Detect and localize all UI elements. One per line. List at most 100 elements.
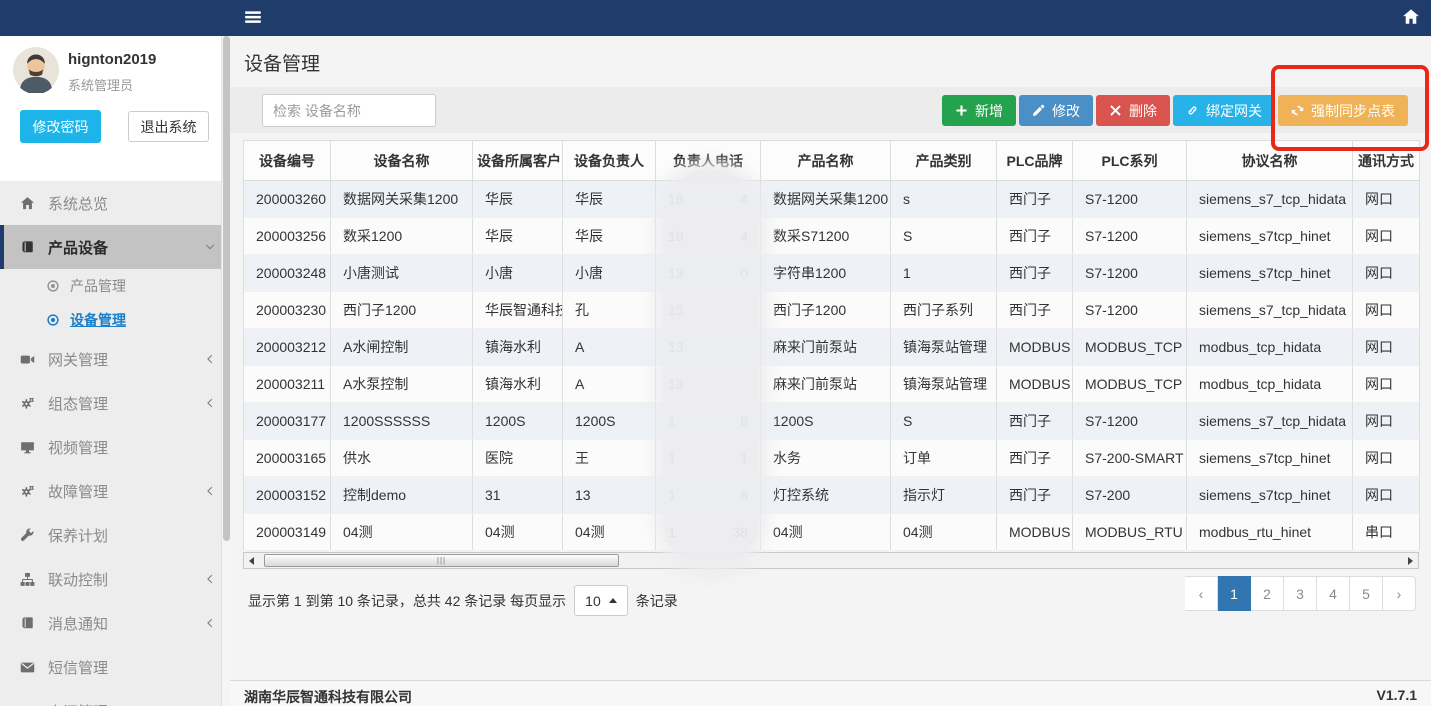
phone-suffix: 1: [740, 450, 748, 466]
cell-phone: 13 0: [656, 255, 761, 292]
toolbar-button[interactable]: 强制同步点表: [1278, 95, 1408, 126]
table-row[interactable]: 200003152 控制demo 31 13 1 8 灯控系统: [244, 477, 1420, 514]
phone-suffix: 0: [740, 265, 748, 281]
toolbar: 新增 修改 删除 绑定网关: [230, 87, 1431, 133]
sidebar-item[interactable]: 产品设备: [0, 225, 230, 269]
user-name: hignton2019: [68, 51, 156, 68]
column-header: PLC系列: [1073, 141, 1187, 181]
column-header: 产品名称: [761, 141, 891, 181]
cell-plc-series: S7-1200: [1073, 403, 1187, 440]
link-icon: [1186, 104, 1199, 117]
column-header: 通讯方式: [1353, 141, 1420, 181]
phone-suffix: 38: [732, 524, 748, 540]
refresh-icon: [1291, 104, 1304, 117]
page-button[interactable]: 1: [1218, 576, 1251, 611]
change-password-button[interactable]: 修改密码: [20, 110, 101, 143]
cell-manager: 王: [563, 440, 656, 477]
scrollbar-thumb[interactable]: |||: [264, 554, 619, 567]
toolbar-button[interactable]: 修改: [1019, 95, 1093, 126]
cell-phone: 15: [656, 292, 761, 329]
page-size-select[interactable]: 10: [574, 585, 628, 616]
sidebar-item[interactable]: 联动控制: [0, 557, 230, 601]
cell-protocol: siemens_s7tcp_hinet: [1187, 255, 1353, 292]
sidebar-scrollbar-thumb[interactable]: [223, 36, 230, 541]
phone-prefix: 1: [668, 450, 676, 466]
cell-customer: 华辰智通科技: [473, 292, 563, 329]
home-icon[interactable]: [1402, 8, 1422, 28]
cell-manager: 华辰: [563, 218, 656, 255]
table-row[interactable]: 200003211 A水泵控制 镇海水利 A 13 麻来门前泵站: [244, 366, 1420, 403]
cell-device-id: 200003149: [244, 514, 331, 551]
table-row[interactable]: 200003230 西门子1200 华辰智通科技 孔 15 西门子1200: [244, 292, 1420, 329]
cell-category: S: [891, 218, 997, 255]
cell-protocol: siemens_s7tcp_hinet: [1187, 477, 1353, 514]
sidebar-item[interactable]: 产品管理: [0, 269, 230, 303]
chevron-left-icon: [204, 353, 216, 365]
chevron-left-icon: [204, 617, 216, 629]
top-navbar: [0, 0, 1431, 36]
cell-category: 订单: [891, 440, 997, 477]
table-row[interactable]: 200003149 04测 04测 04测 1 38 04测: [244, 514, 1420, 551]
chevron-down-icon: [204, 241, 216, 253]
logout-button[interactable]: 退出系统: [128, 111, 209, 142]
sidebar-item[interactable]: 消息通知: [0, 601, 230, 645]
cell-protocol: siemens_s7_tcp_hidata: [1187, 403, 1353, 440]
toolbar-button[interactable]: 新增: [942, 95, 1016, 126]
cell-plc-brand: 西门子: [997, 403, 1073, 440]
page-button[interactable]: 4: [1317, 576, 1350, 611]
footer-company: 湖南华辰智通科技有限公司: [244, 687, 412, 706]
cell-comm-type: 网口: [1353, 218, 1420, 255]
table-row[interactable]: 200003248 小唐测试 小唐 小唐 13 0 字符串1200: [244, 255, 1420, 292]
cell-category: 镇海泵站管理: [891, 366, 997, 403]
cell-device-id: 200003177: [244, 403, 331, 440]
sidebar-item[interactable]: 视频管理: [0, 425, 230, 469]
scrollbar-track[interactable]: |||: [259, 553, 1403, 568]
scroll-right-arrow-icon[interactable]: [1403, 553, 1418, 568]
table-row[interactable]: 200003212 A水闸控制 镇海水利 A 13 麻来门前泵站: [244, 329, 1420, 366]
cell-plc-brand: MODBUS: [997, 366, 1073, 403]
toolbar-button[interactable]: 绑定网关: [1173, 95, 1275, 126]
cell-plc-series: MODBUS_RTU: [1073, 514, 1187, 551]
table-row[interactable]: 200003260 数据网关采集1200 华辰 华辰 18 4 数据网关采集12…: [244, 181, 1420, 218]
table-row[interactable]: 200003256 数采1200 华辰 华辰 18 4 数采S71200: [244, 218, 1420, 255]
page-button[interactable]: ›: [1383, 576, 1416, 611]
sidebar-scrollbar[interactable]: [221, 36, 230, 706]
phone-prefix: 1: [668, 524, 676, 540]
sidebar-item[interactable]: 系统总览: [0, 181, 230, 225]
table-row[interactable]: 200003165 供水 医院 王 1 1 水务 订单: [244, 440, 1420, 477]
sidebar-item[interactable]: 设备管理: [0, 303, 230, 337]
page-button[interactable]: 3: [1284, 576, 1317, 611]
cell-protocol: siemens_s7_tcp_hidata: [1187, 292, 1353, 329]
page-button[interactable]: 5: [1350, 576, 1383, 611]
cell-protocol: siemens_s7_tcp_hidata: [1187, 181, 1353, 218]
scroll-left-arrow-icon[interactable]: [244, 553, 259, 568]
cell-device-id: 200003211: [244, 366, 331, 403]
cell-plc-brand: 西门子: [997, 181, 1073, 218]
toolbar-button[interactable]: 删除: [1096, 95, 1170, 126]
phone-prefix: 1: [668, 487, 676, 503]
sidebar-item[interactable]: 故障管理: [0, 469, 230, 513]
hamburger-icon[interactable]: [244, 8, 264, 28]
user-role: 系统管理员: [68, 75, 133, 94]
sidebar-item[interactable]: 组态管理: [0, 381, 230, 425]
pagination-row: 显示第 1 到第 10 条记录，总共 42 条记录 每页显示 10 条记录 ‹ …: [243, 576, 1419, 612]
horizontal-scrollbar[interactable]: |||: [243, 552, 1419, 569]
table-row[interactable]: 200003177 1200SSSSSS 1200S 1200S 1 8 120…: [244, 403, 1420, 440]
cell-phone: 1 8: [656, 403, 761, 440]
sidebar-item[interactable]: 保养计划: [0, 513, 230, 557]
page-button[interactable]: 2: [1251, 576, 1284, 611]
page-button[interactable]: ‹: [1185, 576, 1218, 611]
cell-customer: 镇海水利: [473, 329, 563, 366]
cell-manager: 1200S: [563, 403, 656, 440]
cell-manager: A: [563, 366, 656, 403]
pencil-icon: [1032, 104, 1045, 117]
sidebar: hignton2019 系统管理员 修改密码 退出系统 系统总览 产品设备: [0, 36, 230, 706]
caret-up-icon: [609, 598, 617, 603]
cell-product: 1200S: [761, 403, 891, 440]
search-input[interactable]: [262, 94, 436, 127]
sidebar-item[interactable]: 短信管理: [0, 645, 230, 689]
sidebar-item[interactable]: 网关管理: [0, 337, 230, 381]
plus-icon: [955, 104, 968, 117]
cell-plc-series: S7-200-SMART: [1073, 440, 1187, 477]
sidebar-item[interactable]: 空间管理: [0, 689, 230, 706]
